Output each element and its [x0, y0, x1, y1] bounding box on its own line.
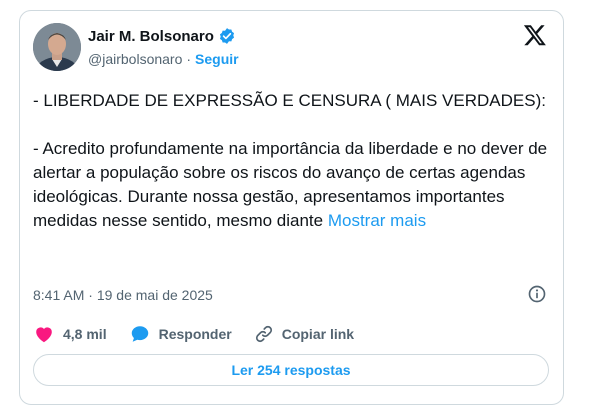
- copy-link-button[interactable]: Copiar link: [254, 324, 354, 344]
- tweet-embed-card: Jair M. Bolsonaro @jairbolsonaro · Segui…: [19, 10, 564, 405]
- heart-icon: [36, 327, 52, 343]
- tweet-actions: 4,8 mil Responder Copiar link: [33, 323, 376, 345]
- follow-button[interactable]: Seguir: [195, 51, 239, 67]
- author-handle-row: @jairbolsonaro · Seguir: [88, 51, 239, 67]
- separator-dot: ·: [186, 51, 192, 67]
- profile-photo: [33, 23, 81, 71]
- avatar[interactable]: [33, 23, 81, 71]
- show-more-link[interactable]: Mostrar mais: [328, 211, 426, 230]
- info-icon[interactable]: [527, 284, 547, 304]
- read-replies-button[interactable]: Ler 254 respostas: [33, 354, 549, 386]
- copy-link-label: Copiar link: [281, 326, 355, 342]
- author-handle[interactable]: @jairbolsonaro: [88, 51, 182, 67]
- verified-badge-icon: [219, 28, 234, 44]
- tweet-paragraph-1: - LIBERDADE DE EXPRESSÃO E CENSURA ( MAI…: [33, 91, 546, 110]
- meta-separator: ·: [88, 287, 93, 303]
- tweet-timestamp[interactable]: 8:41 AM · 19 de mai de 2025: [33, 287, 213, 303]
- tweet-paragraph-2-text: - Acredito profundamente na importância …: [33, 139, 548, 230]
- reply-button[interactable]: Responder: [129, 323, 232, 345]
- author-name-row: Jair M. Bolsonaro: [88, 27, 236, 45]
- tweet-date: 19 de mai de 2025: [96, 287, 213, 303]
- author-display-name[interactable]: Jair M. Bolsonaro: [88, 28, 214, 45]
- x-logo-icon[interactable]: [523, 23, 547, 47]
- reply-label: Responder: [158, 326, 232, 342]
- like-count: 4,8 mil: [63, 326, 107, 342]
- tweet-text: - LIBERDADE DE EXPRESSÃO E CENSURA ( MAI…: [33, 89, 553, 233]
- read-replies-label: Ler 254 respostas: [231, 362, 351, 378]
- reply-bubble-icon: [131, 326, 148, 342]
- link-icon: [255, 325, 272, 343]
- tweet-time: 8:41 AM: [33, 287, 85, 303]
- like-button[interactable]: 4,8 mil: [33, 323, 107, 345]
- tweet-paragraph-2: - Acredito profundamente na importância …: [33, 137, 553, 233]
